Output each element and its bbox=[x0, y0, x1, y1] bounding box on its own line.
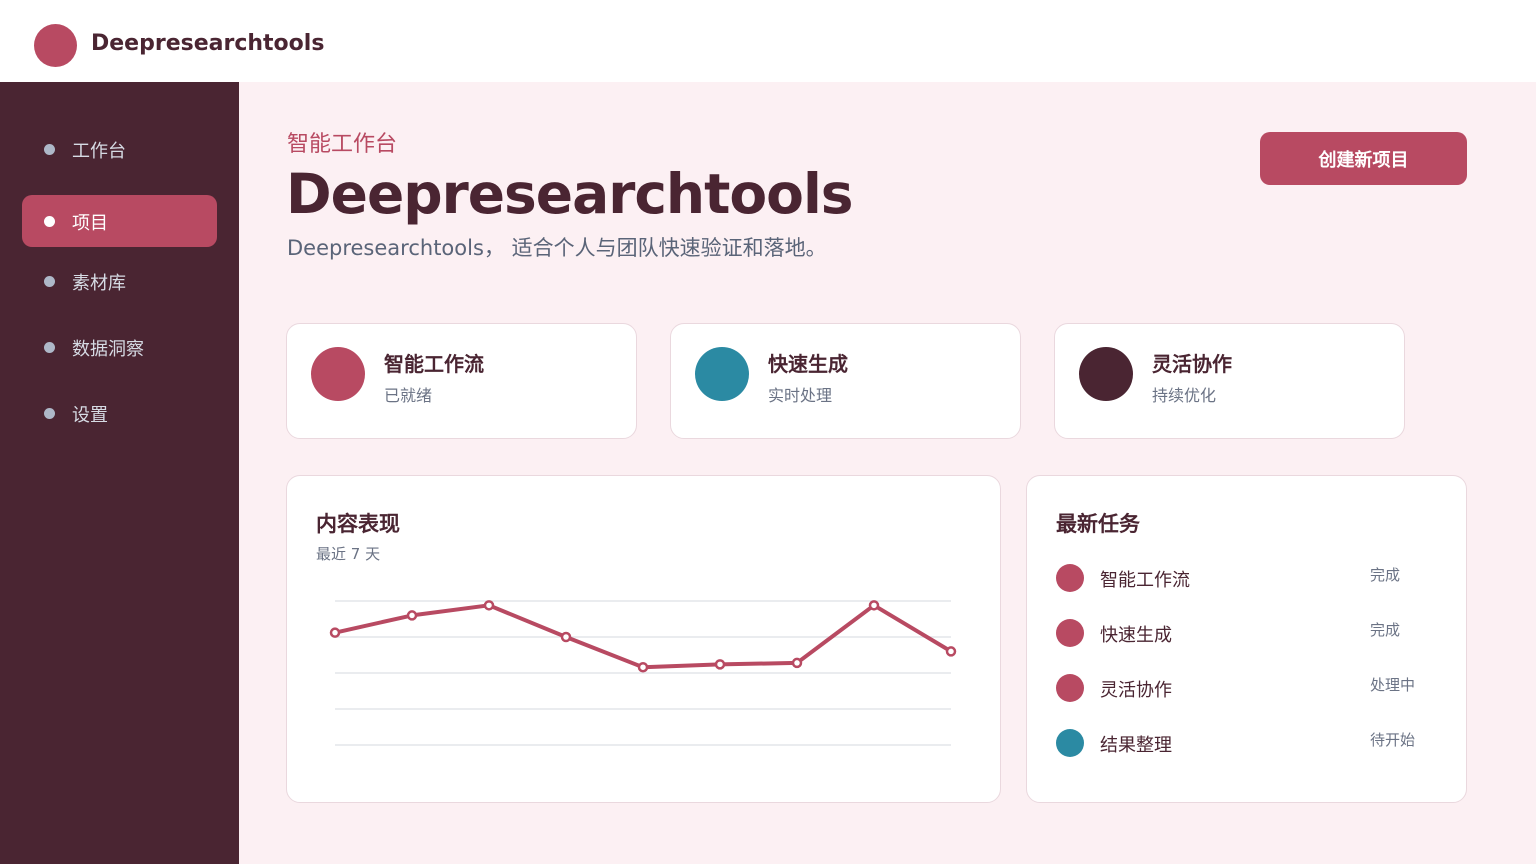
feature-circle-icon bbox=[311, 347, 365, 401]
page-title: Deepresearchtools bbox=[286, 162, 854, 226]
task-row[interactable]: 快速生成 完成 bbox=[1056, 617, 1436, 647]
task-status-icon bbox=[1056, 729, 1084, 757]
sidebar-item-workbench[interactable]: 工作台 bbox=[22, 123, 217, 175]
performance-panel: 内容表现 最近 7 天 bbox=[286, 475, 1001, 803]
feature-circle-icon bbox=[1079, 347, 1133, 401]
feature-title: 灵活协作 bbox=[1152, 352, 1232, 376]
chart-point[interactable] bbox=[791, 657, 803, 669]
feature-card-collab[interactable]: 灵活协作 持续优化 bbox=[1054, 323, 1405, 439]
brand-name: Deepresearchtools bbox=[91, 31, 325, 56]
sidebar-item-insights[interactable]: 数据洞察 bbox=[22, 321, 217, 373]
task-status: 完成 bbox=[1370, 566, 1401, 584]
performance-line-chart bbox=[329, 600, 957, 746]
task-status: 完成 bbox=[1370, 621, 1401, 639]
task-row[interactable]: 结果整理 待开始 bbox=[1056, 727, 1436, 757]
task-row[interactable]: 灵活协作 处理中 bbox=[1056, 672, 1436, 702]
task-status-icon bbox=[1056, 619, 1084, 647]
task-name: 快速生成 bbox=[1100, 625, 1172, 646]
sidebar-item-assets[interactable]: 素材库 bbox=[22, 255, 217, 307]
chart-point[interactable] bbox=[637, 661, 649, 673]
sidebar-item-settings[interactable]: 设置 bbox=[22, 387, 217, 439]
chart-point[interactable] bbox=[329, 627, 341, 638]
bullet-icon bbox=[44, 342, 55, 353]
sidebar: 工作台 项目 素材库 数据洞察 设置 bbox=[0, 82, 239, 864]
panel-title: 最新任务 bbox=[1056, 512, 1140, 536]
sidebar-item-label: 素材库 bbox=[72, 273, 126, 294]
task-name: 灵活协作 bbox=[1100, 680, 1172, 701]
bullet-icon bbox=[44, 216, 55, 227]
page-subtitle: Deepresearchtools， 适合个人与团队快速验证和落地。 bbox=[287, 236, 827, 260]
top-bar: Deepresearchtools bbox=[0, 0, 1536, 82]
create-project-button[interactable]: 创建新项目 bbox=[1260, 132, 1467, 185]
bullet-icon bbox=[44, 144, 55, 155]
sidebar-item-projects[interactable]: 项目 bbox=[22, 195, 217, 247]
feature-status: 实时处理 bbox=[768, 386, 833, 405]
task-row[interactable]: 智能工作流 完成 bbox=[1056, 562, 1436, 592]
logo-icon bbox=[34, 24, 77, 67]
chart-point[interactable] bbox=[483, 600, 495, 611]
sidebar-item-label: 设置 bbox=[72, 405, 108, 426]
chart-point[interactable] bbox=[868, 600, 880, 611]
sidebar-item-label: 项目 bbox=[72, 213, 108, 234]
task-status: 处理中 bbox=[1370, 676, 1416, 694]
task-status-icon bbox=[1056, 674, 1084, 702]
feature-title: 快速生成 bbox=[768, 352, 848, 376]
feature-status: 持续优化 bbox=[1152, 386, 1217, 405]
task-name: 智能工作流 bbox=[1100, 570, 1190, 591]
chart-point[interactable] bbox=[560, 631, 572, 643]
feature-title: 智能工作流 bbox=[384, 352, 484, 376]
sidebar-item-label: 工作台 bbox=[72, 141, 126, 162]
feature-card-workflow[interactable]: 智能工作流 已就绪 bbox=[286, 323, 637, 439]
feature-status: 已就绪 bbox=[384, 386, 433, 405]
task-name: 结果整理 bbox=[1100, 735, 1172, 756]
chart-point[interactable] bbox=[945, 646, 957, 657]
chart-point[interactable] bbox=[406, 610, 418, 621]
tasks-panel: 最新任务 智能工作流 完成 快速生成 完成 灵活协作 处理中 结果整理 待开始 bbox=[1026, 475, 1467, 803]
bullet-icon bbox=[44, 276, 55, 287]
sidebar-item-label: 数据洞察 bbox=[72, 339, 144, 360]
task-status: 待开始 bbox=[1370, 731, 1416, 749]
hero-eyebrow: 智能工作台 bbox=[287, 132, 398, 157]
feature-circle-icon bbox=[695, 347, 749, 401]
feature-card-generate[interactable]: 快速生成 实时处理 bbox=[670, 323, 1021, 439]
chart-point[interactable] bbox=[714, 659, 726, 670]
task-status-icon bbox=[1056, 564, 1084, 592]
bullet-icon bbox=[44, 408, 55, 419]
